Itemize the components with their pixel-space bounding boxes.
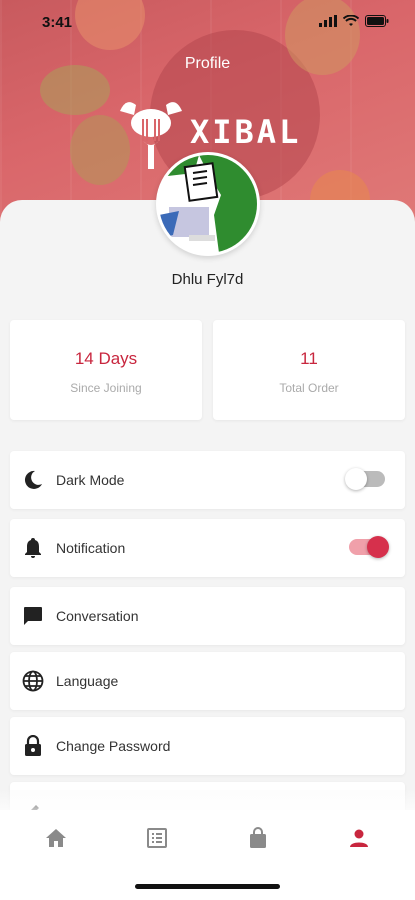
username: Dhlu Fyl7d — [171, 271, 244, 288]
home-icon — [46, 829, 66, 847]
page-title: Profile — [184, 55, 231, 72]
bottom-tab-bar — [0, 810, 415, 900]
tab-profile[interactable] — [347, 826, 371, 850]
tab-shop[interactable] — [246, 826, 270, 850]
moon-icon — [10, 469, 56, 491]
status-icons — [319, 15, 389, 27]
logo-text: XIBAL — [190, 113, 302, 151]
globe-icon — [10, 670, 56, 692]
menu-item-label: Language — [56, 673, 119, 689]
toggle-knob — [367, 536, 389, 558]
wifi-icon — [343, 15, 359, 26]
toggle-knob — [345, 468, 367, 490]
profile-icon — [350, 829, 368, 847]
signal-icon — [319, 15, 337, 27]
lock-icon — [10, 735, 56, 757]
bell-icon — [10, 537, 56, 559]
menu-item-conversation[interactable]: Conversation — [10, 587, 405, 645]
menu-item-notification[interactable]: Notification — [10, 519, 405, 577]
menu-item-label: Notification — [56, 540, 126, 556]
menu-item-dark-mode[interactable]: Dark Mode — [10, 451, 405, 509]
status-time: 3:41 — [42, 14, 73, 31]
fork-chicken-icon — [120, 102, 182, 169]
notification-toggle[interactable] — [349, 536, 389, 558]
avatar[interactable] — [156, 152, 260, 256]
orders-icon — [147, 828, 167, 848]
stat-label: Total Order — [279, 381, 339, 395]
avatar-image — [159, 155, 257, 253]
stat-value: 14 Days — [74, 349, 138, 368]
stat-card-orders: 11 Total Order — [213, 320, 405, 420]
menu-item-label: Conversation — [56, 608, 139, 624]
stat-value: 11 — [300, 349, 318, 368]
dark-mode-toggle[interactable] — [345, 468, 385, 490]
chat-icon — [10, 606, 56, 626]
shopping-bag-icon — [250, 827, 266, 848]
menu-item-label: Change Password — [56, 738, 171, 754]
stat-card-days: 14 Days Since Joining — [10, 320, 202, 420]
battery-icon — [365, 15, 389, 27]
tab-home[interactable] — [44, 826, 68, 850]
menu-item-change-password[interactable]: Change Password — [10, 717, 405, 775]
tab-orders[interactable] — [145, 826, 169, 850]
menu-item-label: Dark Mode — [56, 472, 125, 488]
status-bar: 3:41 — [0, 0, 415, 44]
stat-label: Since Joining — [70, 381, 142, 395]
home-indicator — [135, 884, 280, 889]
menu-item-language[interactable]: Language — [10, 652, 405, 710]
